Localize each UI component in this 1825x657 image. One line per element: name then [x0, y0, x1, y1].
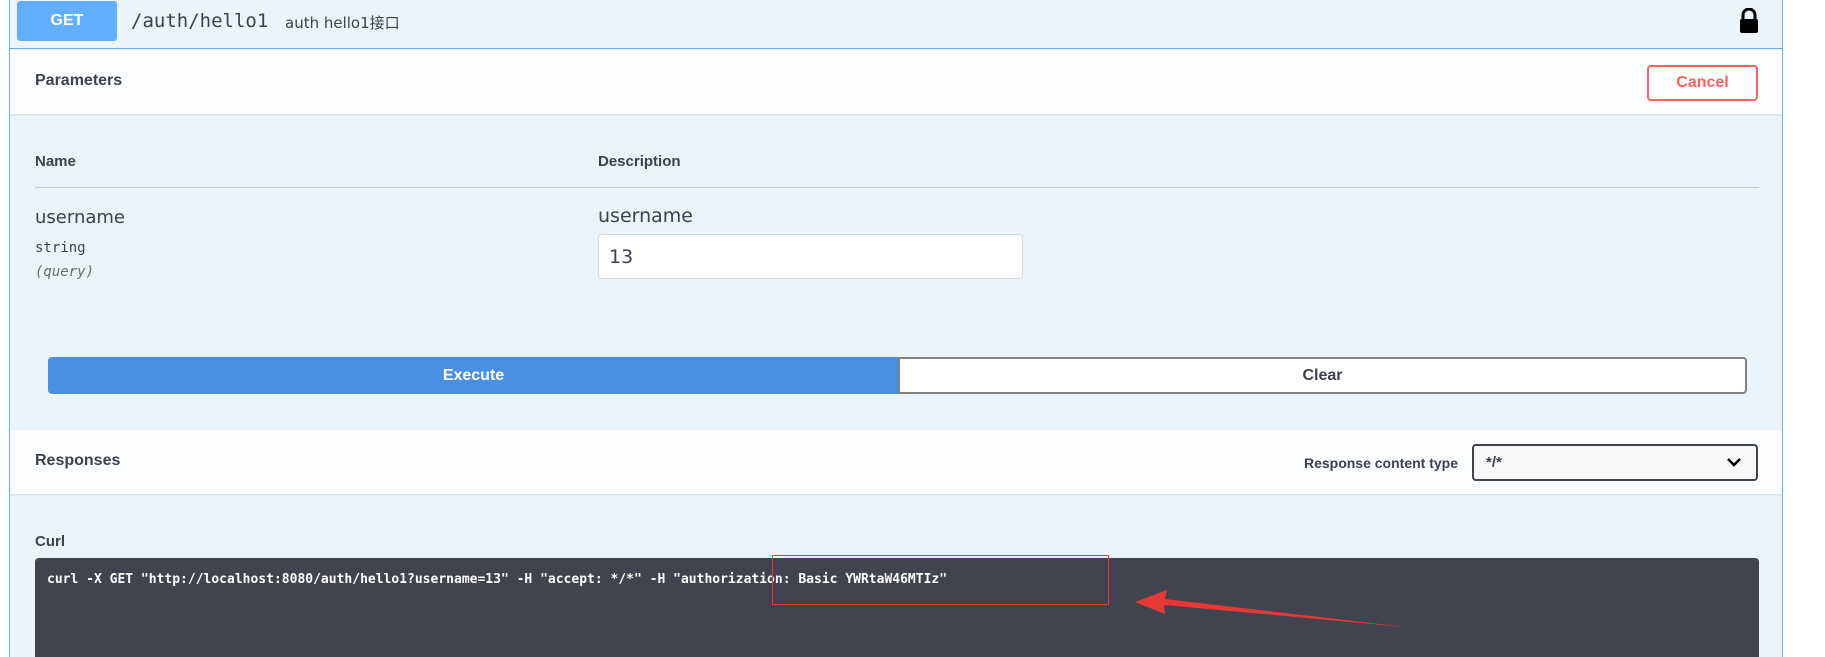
- chevron-down-icon: [1727, 458, 1741, 467]
- annotation-highlight-box: [772, 555, 1109, 605]
- param-description: username: [598, 205, 693, 227]
- operation-path: /auth/hello1: [131, 10, 269, 32]
- param-location: (query): [35, 264, 95, 280]
- method-badge: GET: [17, 1, 117, 41]
- parameters-header: Parameters Cancel: [10, 50, 1782, 114]
- param-type: string: [35, 240, 86, 256]
- operation-summary[interactable]: GET /auth/hello1 auth hello1接口: [10, 0, 1782, 49]
- curl-label: Curl: [35, 533, 65, 550]
- parameters-title: Parameters: [35, 72, 123, 89]
- responses-title: Responses: [35, 452, 121, 469]
- clear-button[interactable]: Clear: [898, 357, 1747, 394]
- col-header-name: Name: [35, 153, 76, 170]
- operation-description: auth hello1接口: [285, 14, 400, 32]
- header-divider: [35, 187, 1759, 188]
- username-input[interactable]: [598, 234, 1023, 279]
- col-header-description: Description: [598, 153, 681, 170]
- param-name: username: [35, 207, 125, 228]
- response-content-type-value: */*: [1486, 454, 1502, 471]
- operation-block: GET /auth/hello1 auth hello1接口 Parameter…: [9, 0, 1783, 657]
- execute-button[interactable]: Execute: [48, 357, 899, 394]
- response-content-type-label: Response content type: [1303, 455, 1458, 471]
- cancel-button[interactable]: Cancel: [1647, 65, 1758, 101]
- annotation-arrow-icon: [1135, 590, 1405, 627]
- response-content-type-select[interactable]: */*: [1472, 444, 1758, 481]
- lock-icon[interactable]: [1738, 8, 1760, 34]
